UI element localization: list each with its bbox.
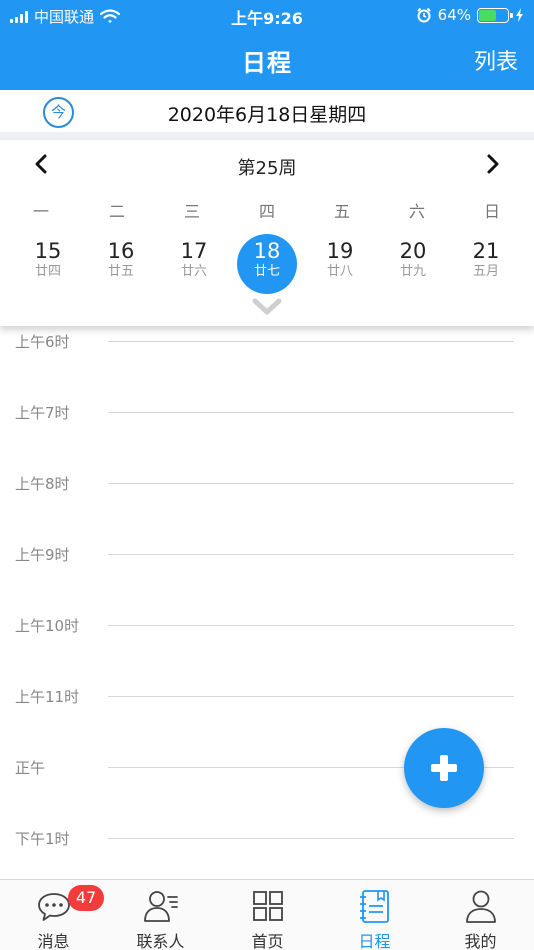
hour-line (108, 554, 514, 555)
time-label: 上午10时 (15, 617, 80, 635)
time-label: 正午 (15, 759, 46, 777)
tab-label: 消息 (37, 932, 70, 950)
status-right: 64% (416, 6, 524, 24)
day-number: 18 (253, 239, 281, 263)
lunar-date: 廿八 (326, 264, 353, 279)
time-label: 上午11时 (15, 688, 80, 706)
chat-bubble-icon (38, 893, 70, 921)
day-number: 16 (107, 239, 135, 263)
contacts-icon (144, 891, 178, 922)
tab-contacts[interactable]: 联系人 (107, 880, 214, 950)
weekday-label: 日 (483, 202, 500, 221)
status-bar: 中国联通 上午9:26 64% (0, 0, 534, 30)
hour-line (108, 483, 514, 484)
time-slot[interactable]: 上午7时 (0, 404, 534, 432)
weekday-label: 六 (408, 202, 425, 221)
hour-line (108, 625, 514, 626)
time-label: 上午7时 (15, 404, 70, 422)
date-row: 今 2020年6月18日星期四 (0, 90, 534, 132)
day-cell[interactable]: 21 五月 (456, 234, 516, 296)
top-bar: 中国联通 上午9:26 64% 日程 列表 (0, 0, 534, 90)
day-cell[interactable]: 15 廿四 (18, 234, 78, 296)
lunar-date: 廿四 (34, 264, 61, 279)
weekday-label: 四 (258, 202, 275, 221)
weekday-label: 五 (333, 202, 350, 221)
time-label: 上午6时 (15, 333, 70, 351)
tab-schedule[interactable]: 日程 (321, 880, 428, 950)
charging-icon (516, 8, 523, 22)
tab-label: 我的 (464, 932, 497, 950)
divider (0, 132, 534, 140)
current-date: 2020年6月18日星期四 (167, 104, 367, 126)
week-calendar: 第25周 一 二 三 四 五 六 日 15 廿四 16 廿五 17 廿六 18 … (0, 140, 534, 326)
weekday-label: 三 (183, 202, 200, 221)
day-cell[interactable]: 16 廿五 (91, 234, 151, 296)
page-title: 日程 (242, 49, 292, 77)
unread-badge: 47 (68, 885, 104, 911)
day-number: 19 (326, 239, 354, 263)
expand-chevron-down-icon[interactable] (252, 296, 282, 318)
alarm-icon (416, 7, 431, 23)
grid-icon (253, 891, 283, 921)
day-number: 17 (180, 239, 208, 263)
tab-messages[interactable]: 47 消息 (0, 880, 107, 950)
time-slot[interactable]: 上午9时 (0, 546, 534, 574)
day-number: 21 (472, 239, 500, 263)
add-event-button[interactable] (404, 728, 484, 808)
chevron-right-icon[interactable] (480, 152, 504, 176)
tab-label: 首页 (251, 932, 284, 950)
weekday-header: 一 二 三 四 五 六 日 (0, 198, 534, 221)
lunar-date: 廿六 (180, 264, 207, 279)
day-cell[interactable]: 17 廿六 (164, 234, 224, 296)
time-label: 上午8时 (15, 475, 70, 493)
schedule-icon (360, 890, 389, 923)
day-number: 15 (34, 239, 62, 263)
time-slot[interactable]: 上午10时 (0, 617, 534, 645)
day-cell[interactable]: 19 廿八 (310, 234, 370, 296)
battery-icon (477, 7, 513, 23)
time-label: 下午1时 (15, 830, 70, 848)
weekday-label: 一 (32, 202, 49, 221)
person-icon (466, 890, 496, 923)
hour-line (108, 838, 514, 839)
time-slot[interactable]: 上午11时 (0, 688, 534, 716)
day-row: 15 廿四 16 廿五 17 廿六 18 廿七 19 廿八 20 廿九 21 五… (0, 234, 534, 294)
lunar-date: 廿九 (399, 264, 426, 279)
hour-line (108, 412, 514, 413)
lunar-date: 廿七 (253, 264, 280, 279)
week-navigation: 第25周 (0, 140, 534, 188)
battery-percent: 64% (437, 6, 471, 24)
day-cell[interactable]: 20 廿九 (383, 234, 443, 296)
time-slot[interactable]: 上午6时 (0, 333, 534, 361)
lunar-date: 五月 (472, 264, 499, 279)
week-number: 第25周 (237, 158, 297, 179)
list-view-button[interactable]: 列表 (474, 44, 518, 76)
tab-home[interactable]: 首页 (214, 880, 321, 950)
time-slot[interactable]: 上午8时 (0, 475, 534, 503)
hour-line (108, 341, 514, 342)
tab-bar: 47 消息 联系人 首页 日程 我的 (0, 879, 534, 950)
hour-line (108, 696, 514, 697)
tab-label: 联系人 (136, 932, 185, 950)
time-label: 上午9时 (15, 546, 70, 564)
day-cell-selected[interactable]: 18 廿七 (237, 234, 297, 296)
time-slot[interactable]: 下午1时 (0, 830, 534, 858)
lunar-date: 廿五 (107, 264, 134, 279)
weekday-label: 二 (108, 202, 125, 221)
nav-bar: 日程 列表 (0, 30, 534, 90)
tab-me[interactable]: 我的 (427, 880, 534, 950)
day-number: 20 (399, 239, 427, 263)
tab-label: 日程 (358, 932, 391, 950)
